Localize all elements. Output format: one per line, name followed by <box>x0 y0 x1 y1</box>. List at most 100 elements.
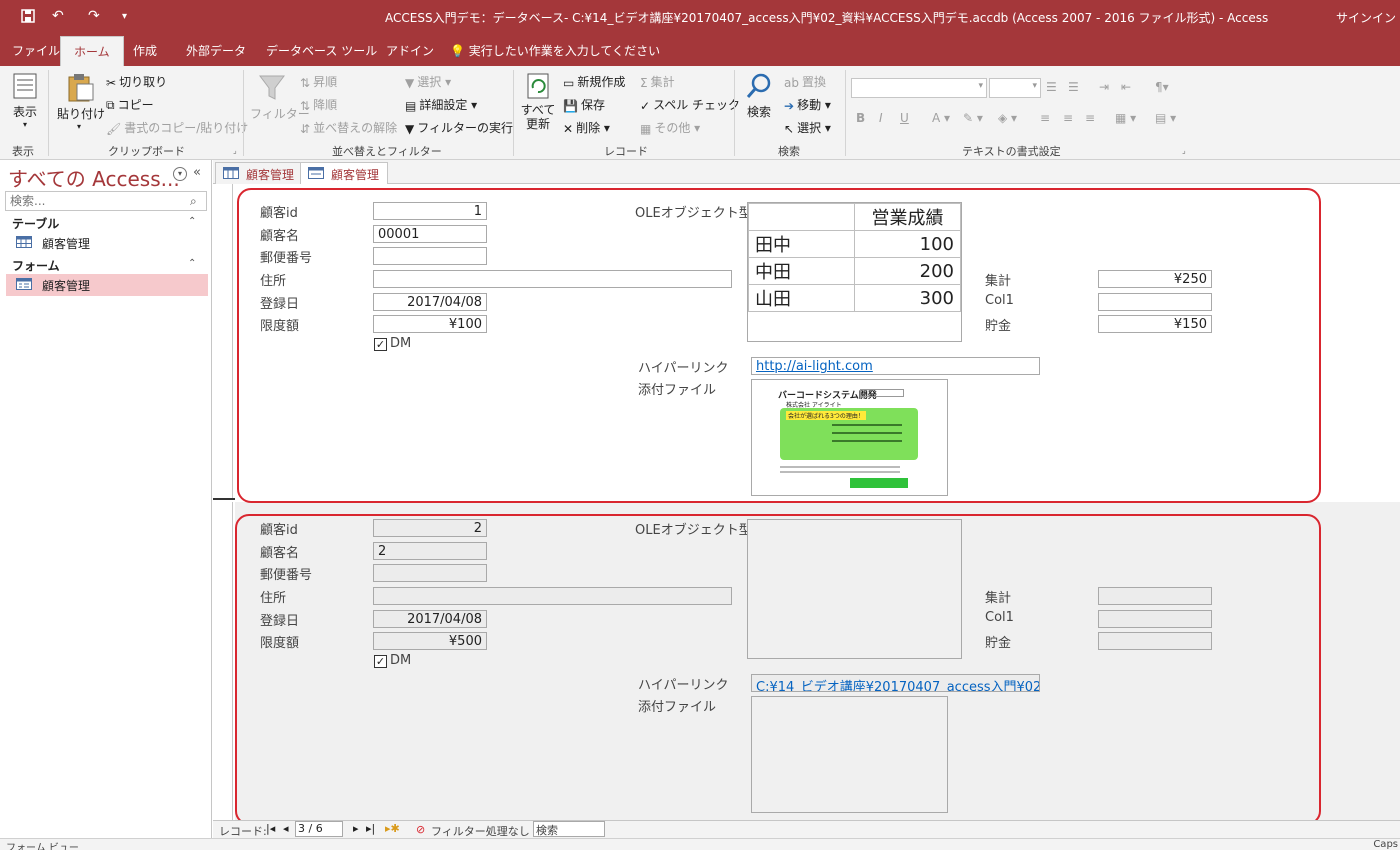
record-selector[interactable] <box>213 502 233 820</box>
cut-button[interactable]: ✂ 切り取り <box>106 73 167 90</box>
new-record-button[interactable]: ▭ 新規作成 <box>563 73 625 90</box>
nav-item-table-customers[interactable]: 顧客管理 <box>6 232 208 254</box>
search-icon[interactable]: ⌕ <box>190 194 197 209</box>
filter-status[interactable]: フィルター処理なし <box>431 823 530 839</box>
advanced-filter-button[interactable]: ▤ 詳細設定 ▾ <box>405 96 477 113</box>
spelling-button[interactable]: ✓ スペル チェック <box>640 96 740 113</box>
zip-field[interactable] <box>373 247 487 265</box>
doc-tab-form[interactable]: 顧客管理 <box>300 162 389 184</box>
col1-field[interactable] <box>1098 293 1212 311</box>
align-left-icon[interactable]: ≡ <box>1040 111 1050 125</box>
select-button[interactable]: ↖ 選択 ▾ <box>784 119 831 136</box>
total-field[interactable] <box>1098 587 1212 605</box>
tab-addins[interactable]: アドイン <box>386 42 434 59</box>
last-record-icon[interactable]: ▸| <box>366 822 375 835</box>
refresh-all-button[interactable]: すべて 更新 <box>520 72 556 131</box>
align-right-icon[interactable]: ≡ <box>1085 111 1095 125</box>
savings-field[interactable]: ¥150 <box>1098 315 1212 333</box>
increase-indent-icon[interactable]: ⇥ <box>1099 80 1109 94</box>
more-button[interactable]: ▦ その他 ▾ <box>640 119 700 136</box>
customer-id-field[interactable]: 2 <box>373 519 487 537</box>
nav-search-input[interactable] <box>5 191 207 211</box>
customer-name-field[interactable]: 00001 <box>373 225 487 243</box>
credit-limit-field[interactable]: ¥500 <box>373 632 487 650</box>
collapse-group-icon[interactable]: ⌃ <box>188 216 196 227</box>
customer-name-field[interactable]: 2 <box>373 542 487 560</box>
font-color-icon[interactable]: A ▾ <box>932 111 950 125</box>
ole-object-frame[interactable] <box>747 519 962 659</box>
record-selector[interactable] <box>213 184 233 498</box>
align-center-icon[interactable]: ≡ <box>1063 111 1073 125</box>
address-field[interactable] <box>373 587 732 605</box>
tab-database-tools[interactable]: データベース ツール <box>266 42 377 59</box>
col1-field[interactable] <box>1098 610 1212 628</box>
remove-sort-button[interactable]: ⇵ 並べ替えの解除 <box>300 119 397 136</box>
dm-checkbox[interactable]: ✓ <box>374 655 387 668</box>
paste-button[interactable]: 貼り付け ▾ <box>57 72 105 131</box>
tell-me-box[interactable]: 💡 実行したい作業を入力してください <box>450 42 660 59</box>
dialog-launcher-icon[interactable]: ⌟ <box>1182 146 1186 155</box>
nav-menu-chevron-icon[interactable]: ▾ <box>173 167 187 181</box>
collapse-pane-icon[interactable]: « <box>193 165 201 180</box>
nav-group-forms[interactable]: フォーム <box>12 257 60 274</box>
previous-record-icon[interactable]: ◂ <box>283 822 289 835</box>
tab-home[interactable]: ホーム <box>60 36 124 66</box>
view-button[interactable]: 表示 ▾ <box>10 72 40 129</box>
tab-external-data[interactable]: 外部データ <box>186 42 246 59</box>
attachment-field[interactable]: バーコードシステム開発 株式会社 アイライト 会社が選ばれる3つの理由！ <box>751 379 948 496</box>
bullets-icon[interactable]: ☰ <box>1046 80 1057 94</box>
dm-checkbox[interactable]: ✓ <box>374 338 387 351</box>
ole-object-frame[interactable]: 営業成績 田中 100 中田 200 山田 300 <box>747 202 962 342</box>
bold-icon[interactable]: B <box>856 111 865 125</box>
nav-item-form-customers[interactable]: 顧客管理 <box>6 274 208 296</box>
decrease-indent-icon[interactable]: ⇤ <box>1121 80 1131 94</box>
numbering-icon[interactable]: ☰ <box>1068 80 1079 94</box>
savings-field[interactable] <box>1098 632 1212 650</box>
record-search-input[interactable]: 検索 <box>533 821 605 837</box>
replace-button[interactable]: ab 置換 <box>784 73 826 90</box>
collapse-group-icon[interactable]: ⌃ <box>188 258 196 269</box>
zip-field[interactable] <box>373 564 487 582</box>
tab-create[interactable]: 作成 <box>133 42 157 59</box>
goto-button[interactable]: ➔ 移動 ▾ <box>784 96 831 113</box>
new-record-nav-icon[interactable]: ▸✱ <box>385 822 400 835</box>
next-record-icon[interactable]: ▸ <box>353 822 359 835</box>
font-size-dropdown[interactable]: ▾ <box>989 78 1041 98</box>
registration-date-field[interactable]: 2017/04/08 <box>373 293 487 311</box>
save-icon[interactable] <box>20 8 36 28</box>
tab-file[interactable]: ファイル <box>12 42 60 59</box>
hyperlink-field[interactable]: C:¥14_ビデオ講座¥20170407_access入門¥02 <box>751 674 1040 692</box>
signin-link[interactable]: サインイン <box>1336 9 1396 26</box>
gridlines-icon[interactable]: ▤ ▾ <box>1155 111 1176 125</box>
sort-descending-button[interactable]: ⇅ 降順 <box>300 96 337 113</box>
format-painter-button[interactable]: 🖌 書式のコピー/貼り付け <box>106 119 248 136</box>
undo-icon[interactable]: ↶ <box>52 8 64 24</box>
fill-color-icon[interactable]: ◈ ▾ <box>998 111 1017 125</box>
total-field[interactable]: ¥250 <box>1098 270 1212 288</box>
nav-group-tables[interactable]: テーブル <box>12 215 59 232</box>
underline-icon[interactable]: U <box>900 111 909 125</box>
redo-icon[interactable]: ↷ <box>88 8 100 24</box>
record-position-input[interactable]: 3 / 6 <box>295 821 343 837</box>
save-record-button[interactable]: 💾 保存 <box>563 96 605 113</box>
filter-button[interactable]: フィルター <box>250 72 310 122</box>
paragraph-direction-icon[interactable]: ¶▾ <box>1155 80 1169 94</box>
toggle-filter-button[interactable]: ▼ フィルターの実行 <box>405 119 513 136</box>
address-field[interactable] <box>373 270 732 288</box>
attachment-field[interactable] <box>751 696 948 813</box>
alternate-row-color-icon[interactable]: ▦ ▾ <box>1115 111 1136 125</box>
sort-ascending-button[interactable]: ⇅ 昇順 <box>300 73 337 90</box>
totals-button[interactable]: Σ 集計 <box>640 73 675 90</box>
highlight-color-icon[interactable]: ✎ ▾ <box>963 111 983 125</box>
registration-date-field[interactable]: 2017/04/08 <box>373 610 487 628</box>
dialog-launcher-icon[interactable]: ⌟ <box>233 146 237 155</box>
delete-record-button[interactable]: ✕ 削除 ▾ <box>563 119 610 136</box>
credit-limit-field[interactable]: ¥100 <box>373 315 487 333</box>
customize-quick-access-icon[interactable]: ▾ <box>122 11 127 22</box>
copy-button[interactable]: ⧉ コピー <box>106 96 154 113</box>
italic-icon[interactable]: I <box>879 111 883 125</box>
doc-tab-table[interactable]: 顧客管理 <box>215 162 304 184</box>
first-record-icon[interactable]: |◂ <box>266 822 275 835</box>
hyperlink-field[interactable]: http://ai-light.com <box>751 357 1040 375</box>
nav-pane-header[interactable]: すべての Access... <box>8 163 180 192</box>
